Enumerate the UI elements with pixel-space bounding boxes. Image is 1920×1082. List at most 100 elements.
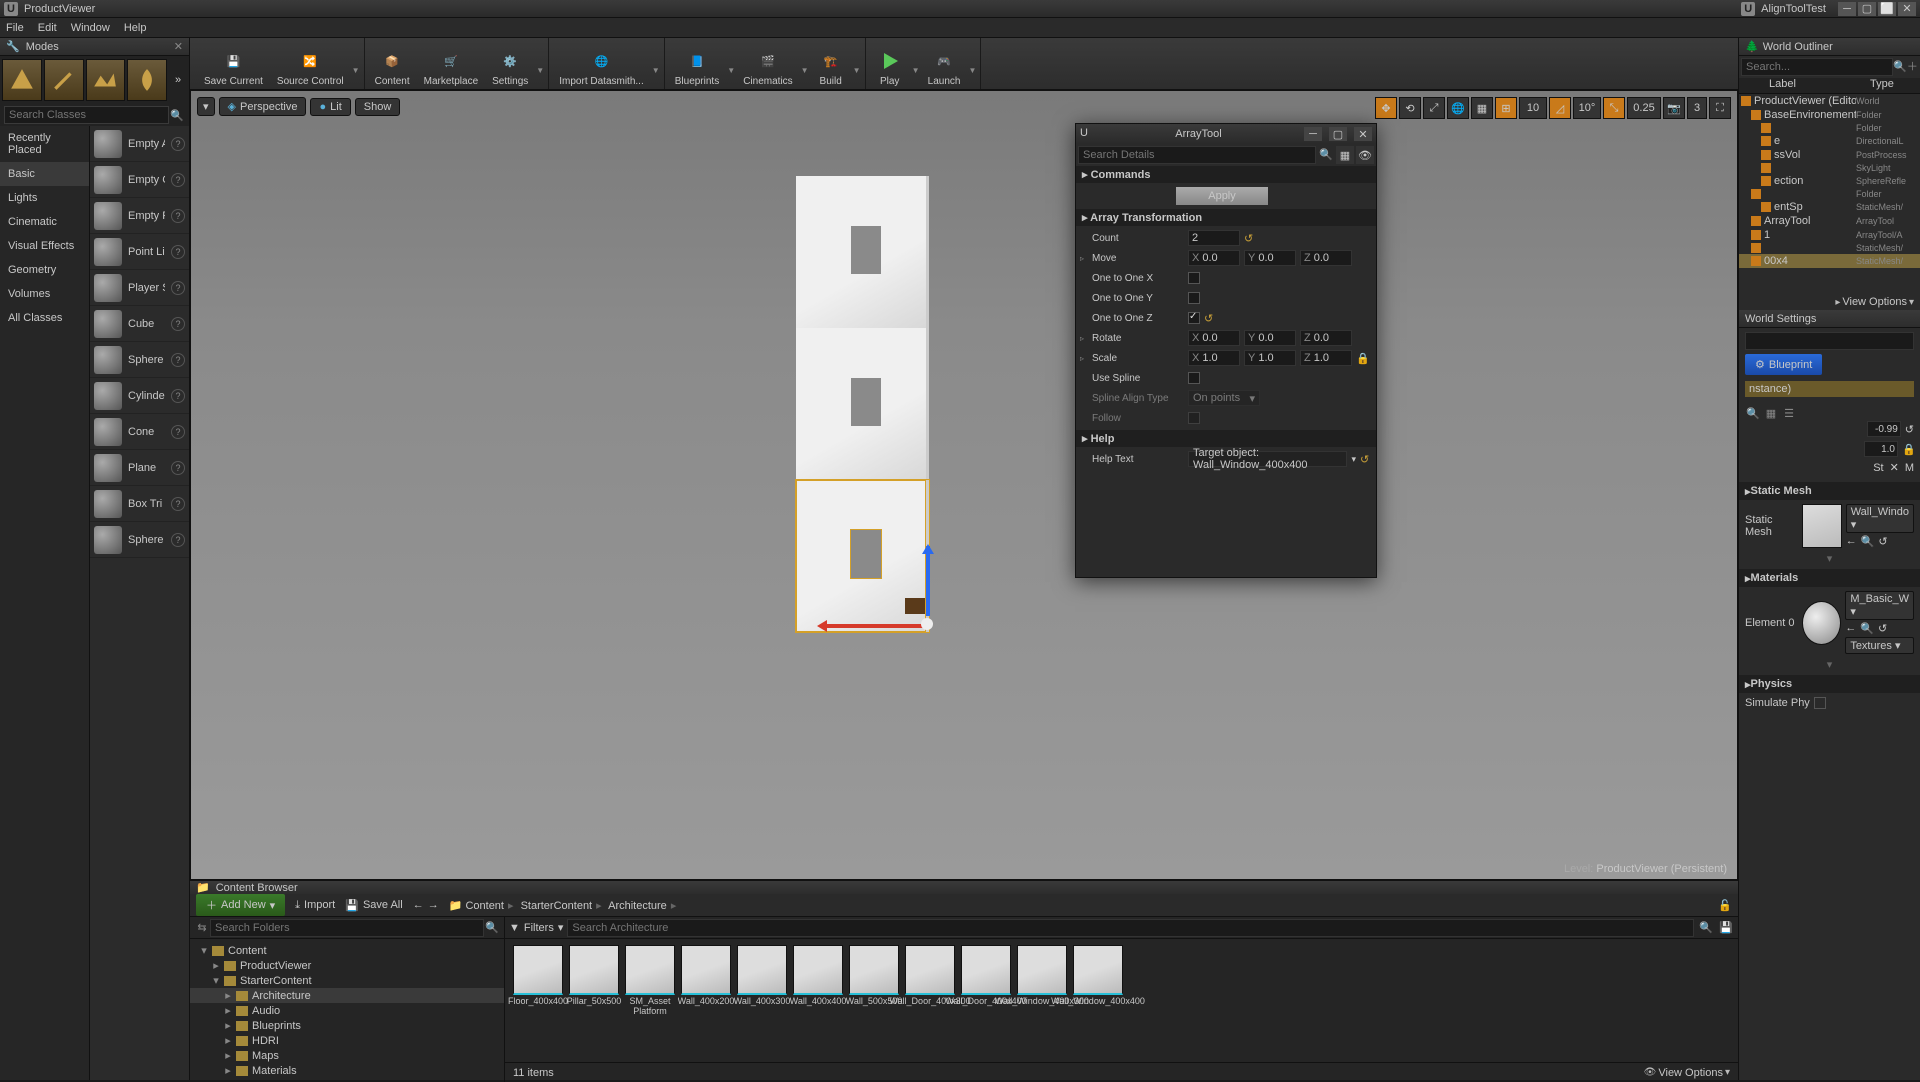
import-button[interactable]: ⤓Import	[295, 899, 335, 912]
outliner-row[interactable]: StaticMesh/	[1739, 242, 1920, 254]
close-button[interactable]: ✕	[1898, 2, 1916, 16]
reset-icon[interactable]: ↺	[1905, 423, 1914, 436]
source-control-button[interactable]: 🔀Source Control	[271, 38, 350, 89]
lock-icon[interactable]: 🔒	[1356, 352, 1368, 365]
maximize-button[interactable]: ⬜	[1878, 2, 1896, 16]
datasmith-button[interactable]: 🌐Import Datasmith...	[553, 38, 649, 89]
folder-row[interactable]: ▸Maps	[190, 1048, 504, 1063]
add-actor-icon[interactable]: ＋	[1907, 58, 1918, 74]
outliner-row[interactable]: BaseEnvironementFolder	[1739, 108, 1920, 122]
world-settings-search[interactable]	[1745, 332, 1914, 350]
info-icon[interactable]: ?	[171, 353, 185, 367]
tree-toggle-icon[interactable]: ⇆	[194, 920, 210, 936]
outliner-row[interactable]: 00x4StaticMesh/	[1739, 254, 1920, 268]
axis-m-icon[interactable]: M	[1905, 462, 1914, 474]
expand-icon[interactable]: ▹	[1080, 254, 1088, 263]
help-text-field[interactable]: Target object: Wall_Window_400x400	[1188, 451, 1347, 467]
viewport-maximize[interactable]: ⛶	[1709, 97, 1731, 119]
coord-space-toggle[interactable]: 🌐	[1447, 97, 1469, 119]
grid-snap-toggle[interactable]: ⊞	[1495, 97, 1517, 119]
apply-button[interactable]: Apply	[1176, 187, 1268, 205]
one-to-one-x-checkbox[interactable]	[1188, 272, 1200, 284]
actor-item[interactable]: Player S?	[90, 270, 189, 306]
detail-number-a[interactable]: -0.99	[1867, 421, 1901, 437]
transform-section[interactable]: ▸ Array Transformation	[1076, 209, 1376, 226]
asset-item[interactable]: Floor_400x400	[511, 945, 565, 1019]
reset-icon[interactable]: ↺	[1878, 622, 1887, 635]
arraytool-minimize[interactable]: ─	[1304, 127, 1322, 141]
surface-snap-toggle[interactable]: ▦	[1471, 97, 1493, 119]
viewport-options-button[interactable]: ▾	[197, 97, 215, 116]
reset-icon[interactable]: ↺	[1204, 312, 1216, 324]
actor-item[interactable]: Sphere?	[90, 522, 189, 558]
history-back[interactable]: ←	[413, 899, 424, 911]
asset-item[interactable]: SM_Asset Platform	[623, 945, 677, 1019]
chevron-down-icon[interactable]: ▼	[801, 52, 809, 75]
actor-item[interactable]: Point Li?	[90, 234, 189, 270]
scale-snap-toggle[interactable]: ⤡	[1603, 97, 1625, 119]
perspective-dropdown[interactable]: ◈Perspective	[219, 97, 307, 116]
outliner-row[interactable]: ArrayToolArrayTool	[1739, 214, 1920, 228]
folder-row[interactable]: ▸ProductViewer	[190, 958, 504, 973]
arraytool-search[interactable]	[1078, 146, 1316, 164]
content-browser-tab[interactable]: 📁 Content Browser	[190, 881, 1738, 894]
reset-icon[interactable]: ↺	[1360, 453, 1372, 465]
actor-item[interactable]: Empty A?	[90, 126, 189, 162]
world-outliner-tab[interactable]: 🌲World Outliner	[1739, 38, 1920, 56]
outliner-row[interactable]: ProductViewer (Editor)World	[1739, 94, 1920, 108]
reset-icon[interactable]: ↺	[1878, 535, 1887, 548]
foliage-mode-tab[interactable]	[127, 59, 167, 101]
play-button[interactable]: Play	[870, 38, 910, 89]
static-mesh-thumbnail[interactable]	[1802, 504, 1841, 548]
physics-section[interactable]: ▸ Physics	[1739, 675, 1920, 693]
outliner-row[interactable]: ssVolPostProcess	[1739, 148, 1920, 162]
crumb-content[interactable]: Content	[465, 900, 504, 912]
rotate-tool[interactable]: ⟲	[1399, 97, 1421, 119]
lock-icon[interactable]: 🔒	[1902, 443, 1914, 456]
chevron-down-icon[interactable]: ▼	[536, 52, 544, 75]
help-section[interactable]: ▸ Help	[1076, 430, 1376, 447]
angle-snap-value[interactable]: 10°	[1573, 97, 1601, 119]
history-forward[interactable]: →	[428, 899, 439, 911]
actor-item[interactable]: Cone?	[90, 414, 189, 450]
asset-item[interactable]: Wall_400x200	[679, 945, 733, 1019]
actor-item[interactable]: Plane?	[90, 450, 189, 486]
blueprints-button[interactable]: 📘Blueprints	[669, 38, 725, 89]
rotate-z-input[interactable]: Z0.0	[1300, 330, 1352, 346]
chevron-down-icon[interactable]: ▼	[352, 52, 360, 75]
actor-item[interactable]: Empty P?	[90, 198, 189, 234]
spline-align-dropdown[interactable]: On points▾	[1188, 390, 1260, 406]
view-options-button[interactable]: 👁 View Options ▾	[1644, 1067, 1730, 1079]
chevron-down-icon[interactable]: ▼	[853, 52, 861, 75]
textures-button[interactable]: Textures ▾	[1845, 637, 1914, 654]
grid-icon[interactable]: ▦	[1763, 405, 1779, 421]
outliner-row[interactable]: eDirectionalL	[1739, 134, 1920, 148]
menu-edit[interactable]: Edit	[38, 22, 57, 34]
use-icon[interactable]: ←	[1845, 622, 1856, 635]
launch-button[interactable]: 🎮Launch	[922, 38, 967, 89]
folder-row[interactable]: ▸Materials	[190, 1063, 504, 1078]
axis-x-icon[interactable]: ✕	[1890, 461, 1899, 474]
move-z-input[interactable]: Z0.0	[1300, 250, 1352, 266]
category-item[interactable]: Visual Effects	[0, 234, 89, 258]
asset-item[interactable]: Wall_400x300	[735, 945, 789, 1019]
more-modes-button[interactable]: »	[169, 74, 187, 86]
chevron-down-icon[interactable]: ▾	[1351, 454, 1356, 465]
info-icon[interactable]: ?	[171, 497, 185, 511]
blueprint-button[interactable]: ⚙ Blueprint	[1745, 354, 1822, 375]
grid-snap-value[interactable]: 10	[1519, 97, 1547, 119]
build-button[interactable]: 🏗️Build	[811, 38, 851, 89]
info-icon[interactable]: ?	[171, 137, 185, 151]
expand-icon[interactable]: ▹	[1080, 334, 1088, 343]
info-icon[interactable]: ?	[171, 389, 185, 403]
info-icon[interactable]: ?	[171, 173, 185, 187]
chevron-down-icon[interactable]: ▼	[652, 52, 660, 75]
eye-icon[interactable]: 👁	[1356, 146, 1374, 164]
search-icon[interactable]: 🔍	[1698, 920, 1714, 936]
outliner-row[interactable]: Folder	[1739, 188, 1920, 200]
camera-speed-icon[interactable]: 📷	[1663, 97, 1685, 119]
minimize-button[interactable]: ─	[1838, 2, 1856, 16]
scale-tool[interactable]: ⤢	[1423, 97, 1445, 119]
detail-number-b[interactable]: 1.0	[1864, 441, 1898, 457]
rotate-y-input[interactable]: Y0.0	[1244, 330, 1296, 346]
